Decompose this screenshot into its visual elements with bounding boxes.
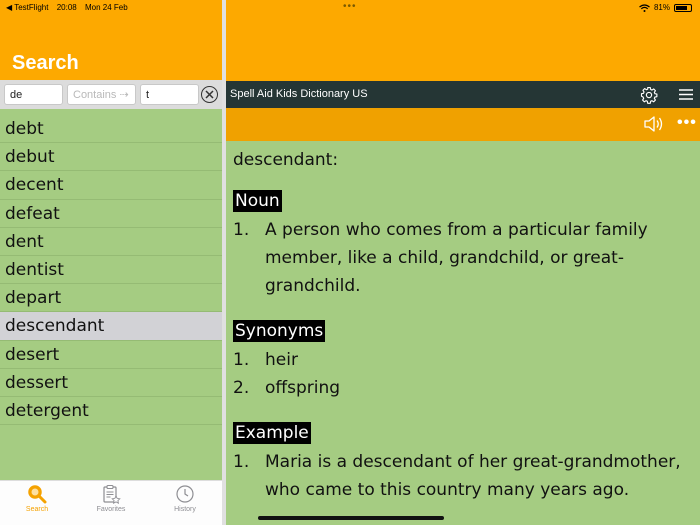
headword: descendant: [233, 150, 339, 170]
multitasking-dots[interactable]: ••• [343, 1, 357, 12]
tab-search-label: Search [25, 506, 49, 513]
tab-bar: Search Favorites History [0, 480, 222, 525]
sense-text: heir [265, 350, 298, 370]
clipboard-star-icon [103, 484, 121, 504]
sense-text: Maria is a descendant of her great-grand… [265, 452, 681, 500]
sense-number: 2. [233, 378, 250, 398]
home-indicator[interactable] [258, 516, 444, 520]
gear-icon[interactable] [640, 86, 658, 104]
sense-list: 1. A person who comes from a particular f… [233, 216, 693, 300]
sense-number: 1. [233, 350, 250, 370]
section-label-synonyms: Synonyms [233, 320, 326, 342]
word-list-item[interactable]: debt [0, 115, 222, 144]
definition-content: descendant: Noun 1. A person who comes fro… [233, 148, 693, 504]
magnifier-icon [28, 485, 47, 504]
sense-item: 1. heir [233, 346, 693, 374]
sense-list: 1. heir 2. offspring [233, 346, 693, 402]
battery-icon [674, 3, 692, 12]
tab-favorites-label: Favorites [96, 506, 126, 513]
section-label-noun: Noun [233, 190, 282, 212]
sense-number: 1. [233, 452, 250, 472]
hamburger-icon[interactable] [679, 89, 693, 100]
word-list-item[interactable]: decent [0, 171, 222, 200]
clear-search-button[interactable] [201, 86, 218, 103]
starts-with-field[interactable]: de [4, 84, 63, 105]
word-list-item[interactable]: dessert [0, 369, 222, 397]
more-options-button[interactable]: ••• [677, 115, 697, 131]
carrier-label[interactable]: ◀ TestFlight [6, 3, 48, 12]
sense-list: 1. Maria is a descendant of her great-gra… [233, 448, 693, 504]
word-list: debt debut decent defeat dent dentist depart de… [0, 115, 222, 426]
word-list-item[interactable]: dent [0, 228, 222, 256]
sense-text: A person who comes from a particular fam… [265, 220, 648, 296]
speaker-icon[interactable] [644, 115, 664, 133]
sense-item: 1. Maria is a descendant of her great-gra… [233, 448, 693, 504]
tab-history[interactable]: History [155, 484, 215, 513]
app-title: Spell Aid Kids Dictionary US [230, 88, 368, 100]
search-fields-row: de Contains ⇢ t [0, 80, 222, 109]
word-list-item[interactable]: dentist [0, 256, 222, 285]
contains-field[interactable]: Contains ⇢ [67, 84, 136, 105]
search-header: ◀ TestFlight 20:08 Mon 24 Feb Search [0, 0, 222, 80]
ends-with-field[interactable]: t [140, 84, 199, 105]
search-pane: ◀ TestFlight 20:08 Mon 24 Feb Search de … [0, 0, 222, 525]
date-label: Mon 24 Feb [84, 3, 128, 12]
word-list-item[interactable]: defeat [0, 200, 222, 228]
clock-icon [176, 485, 194, 503]
nav-bar: Spell Aid Kids Dictionary US [226, 81, 700, 108]
sense-item: 1. A person who comes from a particular f… [233, 216, 693, 300]
word-list-item[interactable]: detergent [0, 397, 222, 426]
word-list-item[interactable]: desert [0, 341, 222, 369]
sense-item: 2. offspring [233, 374, 693, 402]
clock-label: 20:08 [56, 3, 77, 12]
battery-level [676, 5, 688, 10]
page-title: Search [12, 52, 79, 74]
tab-search[interactable]: Search [7, 484, 67, 513]
battery-percent: 81% [653, 3, 670, 12]
detail-pane: ••• 81% Spell Aid Kids Dictionary US •••… [226, 0, 700, 525]
section-label-example: Example [233, 422, 311, 444]
status-bar-left: ◀ TestFlight 20:08 Mon 24 Feb [6, 3, 134, 12]
sense-number: 1. [233, 220, 250, 240]
tab-favorites[interactable]: Favorites [81, 484, 141, 513]
word-list-item[interactable]: depart [0, 284, 222, 313]
entry-toolbar: ••• [226, 108, 700, 141]
wifi-icon [639, 3, 650, 12]
word-list-item[interactable]: descendant [0, 312, 222, 341]
sense-text: offspring [265, 378, 341, 398]
close-icon [205, 90, 214, 99]
word-list-item[interactable]: debut [0, 143, 222, 172]
tab-history-label: History [174, 506, 196, 513]
status-bar-right: 81% [639, 3, 692, 12]
detail-top-area: ••• 81% [226, 0, 700, 81]
